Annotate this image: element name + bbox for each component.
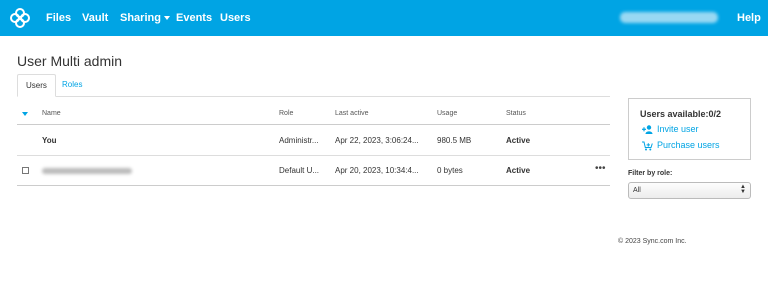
tab-roles[interactable]: Roles — [54, 74, 90, 97]
column-header-status[interactable]: Status — [506, 110, 526, 117]
nav-help[interactable]: Help — [737, 12, 761, 24]
footer-copyright: © 2023 Sync.com Inc. — [618, 238, 687, 245]
chevron-down-icon — [163, 16, 170, 21]
user-role: Default U... — [279, 166, 320, 175]
user-email-redacted — [42, 168, 132, 174]
tab-bar: Users Roles — [17, 74, 610, 97]
filter-by-role-label: Filter by role: — [628, 170, 673, 177]
role-filter-value: All — [633, 187, 641, 194]
column-header-name[interactable]: Name — [42, 110, 61, 117]
table-row[interactable]: You Administr... Apr 22, 2023, 3:06:24..… — [17, 126, 610, 156]
more-options-icon[interactable]: ••• — [595, 163, 606, 174]
account-menu-redacted[interactable] — [620, 12, 718, 23]
column-header-usage[interactable]: Usage — [437, 110, 457, 117]
user-last-active: Apr 22, 2023, 3:06:24... — [335, 136, 419, 145]
nav-events[interactable]: Events — [176, 12, 212, 24]
top-nav-bar: Files Vault Sharing Events Users Help — [0, 0, 768, 36]
purchase-users-label: Purchase users — [657, 140, 720, 150]
nav-files[interactable]: Files — [46, 12, 71, 24]
users-available-count: Users available:0/2 — [640, 109, 722, 119]
role-filter-select[interactable]: All ▲ ▼ — [628, 182, 751, 199]
nav-vault[interactable]: Vault — [82, 12, 108, 24]
nav-users[interactable]: Users — [220, 12, 251, 24]
nav-sharing-label: Sharing — [120, 12, 161, 24]
nav-sharing[interactable]: Sharing — [120, 12, 170, 24]
add-user-icon — [642, 125, 653, 135]
user-status: Active — [506, 166, 531, 175]
select-arrows-icon: ▲ ▼ — [740, 184, 746, 195]
table-header: Name Role Last active Usage Status — [17, 103, 610, 125]
column-header-role[interactable]: Role — [279, 110, 293, 117]
invite-user-label: Invite user — [657, 124, 699, 134]
tab-users[interactable]: Users — [17, 74, 56, 97]
sort-caret-icon[interactable] — [22, 112, 28, 116]
users-available-panel: Users available:0/2 Invite user Purchase… — [628, 98, 751, 160]
sync-logo-icon[interactable] — [8, 6, 32, 30]
purchase-users-link[interactable]: Purchase users — [642, 140, 720, 151]
row-checkbox[interactable] — [22, 167, 29, 174]
page-title: User Multi admin — [17, 53, 123, 69]
user-last-active: Apr 20, 2023, 10:34:4... — [335, 166, 419, 175]
table-row[interactable]: Default U... Apr 20, 2023, 10:34:4... 0 … — [17, 156, 610, 186]
user-usage: 0 bytes — [437, 166, 463, 175]
cart-plus-icon — [642, 141, 653, 151]
user-status: Active — [506, 136, 531, 145]
column-header-last-active[interactable]: Last active — [335, 110, 368, 117]
user-role: Administr... — [279, 136, 319, 145]
invite-user-link[interactable]: Invite user — [642, 124, 699, 135]
user-usage: 980.5 MB — [437, 136, 472, 145]
user-name: You — [42, 136, 57, 145]
